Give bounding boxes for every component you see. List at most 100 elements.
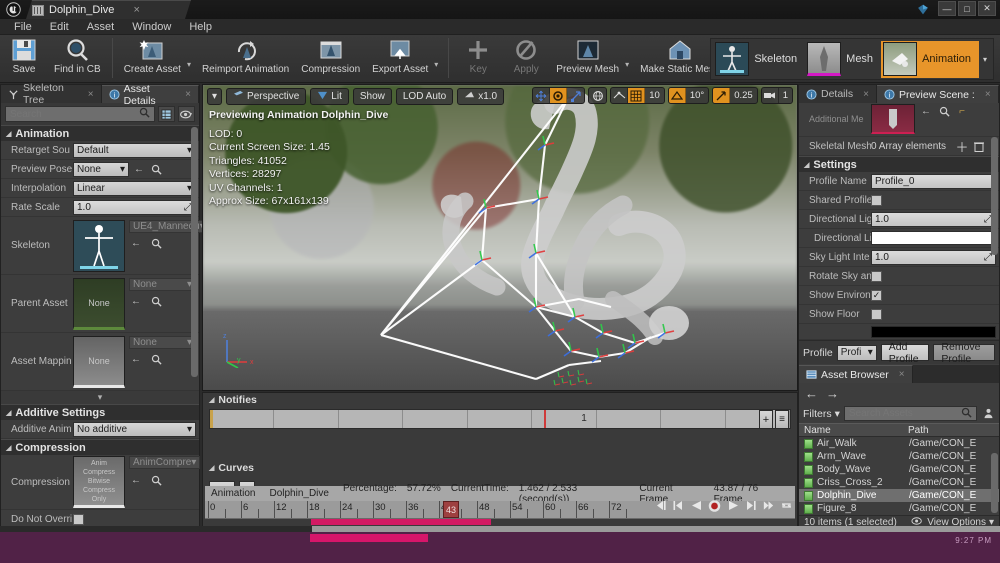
asset-row[interactable]: Air_Walk /Game/CON_E [799,437,999,450]
browse-to-asset-icon[interactable] [149,473,163,487]
compression-thumbnail[interactable]: Anim Compress Bitwise Compress Only [73,456,125,508]
asset-row[interactable]: Criss_Cross_2 /Game/CON_E [799,476,999,489]
left-panel-scrollbar[interactable] [191,127,198,377]
asset-row[interactable]: Arm_Wave /Game/CON_E [799,450,999,463]
browse-to-asset-icon[interactable] [149,237,163,251]
3d-viewport[interactable]: ▾ Perspective Lit Show LOD Auto x1.0 10 … [202,84,798,391]
tab-preview-scene[interactable]: i Preview Scene : × [876,85,999,103]
world-icon[interactable] [589,88,606,103]
display-options-button[interactable] [158,106,175,122]
scale-icon[interactable] [567,88,584,103]
maximize-button[interactable]: □ [958,1,976,16]
viewport-show-button[interactable]: Show [352,87,392,105]
filters-button[interactable]: Filters ▾ [803,408,840,420]
toolbar-compression-button[interactable]: Compression [295,35,366,75]
menu-file[interactable]: File [6,20,40,34]
tab-details[interactable]: i Details × [799,85,877,103]
asset-row[interactable]: Figure_8 /Game/CON_E [799,502,999,515]
section-additive-settings-header[interactable]: ◢ Additive Settings [1,404,199,420]
do-not-override-checkbox[interactable] [73,513,84,525]
environment-color-swatch[interactable] [871,325,996,338]
profile-name-input[interactable]: Profile_0 [871,173,996,189]
toolbar-find-in-cb-button[interactable]: Find in CB [48,35,107,75]
viewport-options-button[interactable]: ▾ [207,87,223,105]
viewport-lit-button[interactable]: Lit [310,87,349,105]
menu-asset[interactable]: Asset [79,20,123,34]
asset-mapping-combo[interactable]: None ▾ [129,335,196,349]
use-selected-asset-icon[interactable]: ← [129,295,143,309]
tab-asset-details[interactable]: i Asset Details × [101,83,199,107]
forward-arrow-icon[interactable]: → [826,386,839,401]
step-forward-icon[interactable] [744,499,757,512]
step-back-icon[interactable] [672,499,685,512]
camera-speed-value[interactable]: 1 [779,88,792,103]
section-compression-header[interactable]: ◢ Compression [1,439,199,455]
additive-anim-combo[interactable]: No additive ▾ [73,421,196,437]
surface-snap-icon[interactable] [611,88,629,103]
create-asset-chevron-down-icon[interactable]: ▾ [187,60,196,69]
close-icon[interactable]: × [133,4,139,16]
viewport-playrate-button[interactable]: x1.0 [457,87,505,105]
mode-animation[interactable]: Animation [881,40,979,78]
close-icon[interactable]: × [985,89,991,100]
browse-to-asset-icon[interactable] [937,104,951,118]
angle-snap-value[interactable]: 10° [686,88,708,103]
translate-icon[interactable] [533,88,551,103]
record-icon[interactable] [708,499,721,512]
asset-row[interactable]: Body_Wave /Game/CON_E [799,463,999,476]
use-selected-asset-icon[interactable]: ← [129,353,143,367]
use-selected-asset-icon[interactable]: ← [129,473,143,487]
column-path[interactable]: Path [904,425,999,436]
document-tab[interactable]: Dolphin_Dive × [26,0,191,19]
parent-asset-thumbnail[interactable]: None [73,277,125,330]
sky-light-intensity-input[interactable]: 1.0 ⤢ [871,249,996,265]
toolbar-export-asset-button[interactable]: Export Asset [366,35,434,75]
browse-to-asset-icon[interactable] [149,295,163,309]
view-eye-button[interactable] [178,106,195,122]
preview-mesh-chevron-down-icon[interactable]: ▾ [625,60,634,69]
search-field[interactable] [10,108,139,120]
browse-to-asset-icon[interactable] [149,162,163,176]
close-icon[interactable]: × [899,369,905,380]
asset-row-selected[interactable]: Dolphin_Dive /Game/CON_E [799,489,999,502]
directional-light-color-swatch[interactable] [871,231,996,245]
source-toggle-icon[interactable] [981,407,995,421]
timeline-playhead[interactable]: 43 [443,501,459,518]
use-selected-asset-icon[interactable]: ← [129,237,143,251]
preview-pose-combo[interactable]: None ▾ [73,161,129,177]
add-profile-button[interactable]: Add Profile [880,341,930,365]
notify-options-button[interactable]: ≡ [775,410,789,429]
reset-to-default-icon[interactable]: ⌐ [955,104,969,118]
interpolation-combo[interactable]: Linear ▾ [73,180,196,196]
right-settings-scrollbar[interactable] [991,137,998,255]
viewport-perspective-button[interactable]: Perspective [226,87,307,105]
skeleton-thumbnail[interactable] [73,219,125,272]
rate-scale-input[interactable]: 1.0 ⤢ [73,199,196,215]
menu-help[interactable]: Help [181,20,220,34]
use-selected-asset-icon[interactable]: ← [132,162,146,176]
skip-start-icon[interactable] [654,499,667,512]
export-asset-chevron-down-icon[interactable]: ▾ [434,60,443,69]
toolbar-create-asset-button[interactable]: Create Asset [118,35,187,75]
menu-window[interactable]: Window [124,20,179,34]
add-array-element-icon[interactable]: ＋ [955,139,969,155]
rotate-icon[interactable] [550,88,568,103]
add-notify-button[interactable]: + [759,410,773,429]
loop-icon[interactable] [780,499,793,512]
retarget-source-combo[interactable]: Default ▾ [73,142,196,158]
asset-mapping-thumbnail[interactable]: None [73,335,125,388]
use-selected-asset-icon[interactable]: ← [919,104,933,118]
profile-select[interactable]: Profi ▾ [836,344,877,361]
close-icon[interactable]: × [185,89,191,100]
parent-asset-combo[interactable]: None ▾ [129,277,196,291]
play-forward-icon[interactable] [726,499,739,512]
delete-array-icon[interactable] [972,139,986,153]
scale-snap-icon[interactable] [713,88,731,103]
shared-profile-checkbox[interactable] [871,194,882,206]
back-arrow-icon[interactable]: ← [805,386,818,401]
play-reverse-icon[interactable] [690,499,703,512]
toolbar-save-button[interactable]: Save [0,35,48,75]
close-icon[interactable]: × [863,89,869,100]
notifies-track[interactable]: 1 [209,409,791,429]
mode-skeleton[interactable]: Skeleton [713,41,805,78]
